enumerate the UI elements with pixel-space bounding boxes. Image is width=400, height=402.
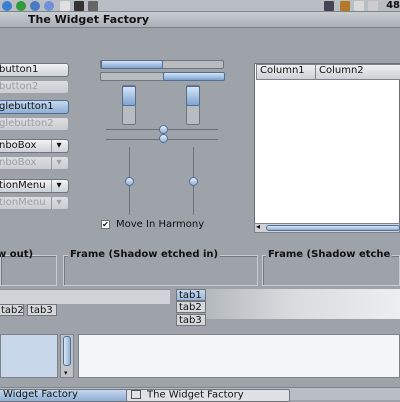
move-in-harmony-checkbox[interactable]: ✔ (101, 220, 110, 229)
vertical-progress-1 (122, 85, 136, 125)
notebook-side-tab3[interactable]: tab3 (176, 314, 206, 326)
bottom-text-area[interactable] (78, 334, 400, 378)
optionmenu-2[interactable]: tionMenu ▾ (0, 196, 69, 210)
battery-icon[interactable] (368, 1, 378, 11)
vscale-2-knob[interactable] (189, 177, 198, 186)
combobox-2[interactable]: nboBox ▾ (0, 156, 69, 170)
window-icon (131, 390, 141, 399)
window-titlebar[interactable]: The Widget Factory (0, 12, 400, 28)
scroll-left-arrow-icon[interactable]: ◂ (256, 222, 260, 231)
taskbar-item-2-label: The Widget Factory (147, 389, 244, 401)
togglebutton2[interactable]: glebutton2 (0, 117, 69, 131)
combobox-1[interactable]: nboBox ▾ (0, 139, 69, 153)
terminal-icon[interactable] (74, 1, 84, 11)
taskbar-item-1[interactable]: Widget Factory (0, 389, 128, 402)
skype-icon[interactable] (16, 1, 26, 11)
optionmenu-arrow-icon: ▾ (51, 197, 66, 209)
button1[interactable]: button1 (0, 63, 69, 77)
tree-column-2-header[interactable]: Column2 (315, 64, 400, 80)
display-icon[interactable] (88, 1, 98, 11)
vertical-progress-1-fill (122, 86, 136, 106)
document-icon[interactable] (354, 1, 364, 11)
vertical-progress-2 (186, 85, 200, 125)
notebook-side-page (205, 289, 400, 319)
notebook-side-tab2[interactable]: tab2 (176, 301, 206, 313)
window-title: The Widget Factory (28, 13, 150, 26)
tree-column-1-header[interactable]: Column1 (256, 64, 319, 80)
network-icon[interactable] (30, 1, 40, 11)
frame-left-label: w out) (0, 249, 34, 260)
notebook-bottom-tab2[interactable]: tab2 (0, 304, 24, 316)
taskbar-item-2[interactable]: The Widget Factory (126, 389, 290, 402)
tray-number: 48 (386, 0, 400, 11)
notebook-bottom-page (0, 289, 170, 304)
frame-middle-label: Frame (Shadow etched in) (68, 249, 221, 261)
vscale-1-knob[interactable] (125, 177, 134, 186)
clipboard-icon[interactable] (60, 1, 70, 11)
togglebutton1[interactable]: glebutton1 (0, 100, 69, 114)
progress-bar-2-fill (163, 72, 225, 81)
optionmenu-2-text: tionMenu (0, 197, 46, 208)
bottom-left-view[interactable] (0, 334, 58, 378)
optionmenu-arrow-icon: ▾ (51, 180, 66, 192)
frame-right-label: Frame (Shadow etche (266, 249, 393, 261)
hscale-2-knob[interactable] (159, 134, 168, 143)
optionmenu-1[interactable]: tionMenu ▾ (0, 179, 69, 193)
notebook-side-tab1[interactable]: tab1 (176, 289, 206, 301)
optionmenu-1-text: tionMenu (0, 180, 46, 191)
taskbar: Widget Factory The Widget Factory (0, 387, 400, 402)
button2[interactable]: button2 (0, 80, 69, 94)
tree-scroll-thumb[interactable] (266, 225, 400, 231)
hscale-1-knob[interactable] (159, 125, 168, 134)
package-icon[interactable] (340, 1, 350, 11)
progress-bar-2 (100, 72, 225, 81)
move-in-harmony-label: Move In Harmony (116, 219, 205, 230)
browser-icon[interactable] (44, 1, 54, 11)
scroll-down-arrow-icon[interactable]: ▾ (64, 369, 68, 377)
tree-view[interactable]: Column1 Column2 (254, 63, 400, 233)
progress-bar-1 (100, 60, 224, 69)
top-panel: 48 (0, 0, 400, 12)
bottom-scroll-thumb[interactable] (63, 336, 71, 366)
combo-arrow-down-icon: ▾ (51, 140, 66, 152)
notebook-bottom-tab3[interactable]: tab3 (27, 304, 57, 316)
app-launcher-icon[interactable] (2, 1, 12, 11)
taskbar-item-1-label: Widget Factory (3, 389, 78, 400)
progress-bar-1-fill (101, 60, 163, 69)
down-arrow-icon[interactable] (324, 1, 334, 11)
combobox-1-text: nboBox (0, 140, 37, 151)
combobox-2-text: nboBox (0, 157, 37, 168)
vertical-progress-2-fill (186, 86, 200, 106)
combo-arrow-down-icon: ▾ (51, 157, 66, 169)
